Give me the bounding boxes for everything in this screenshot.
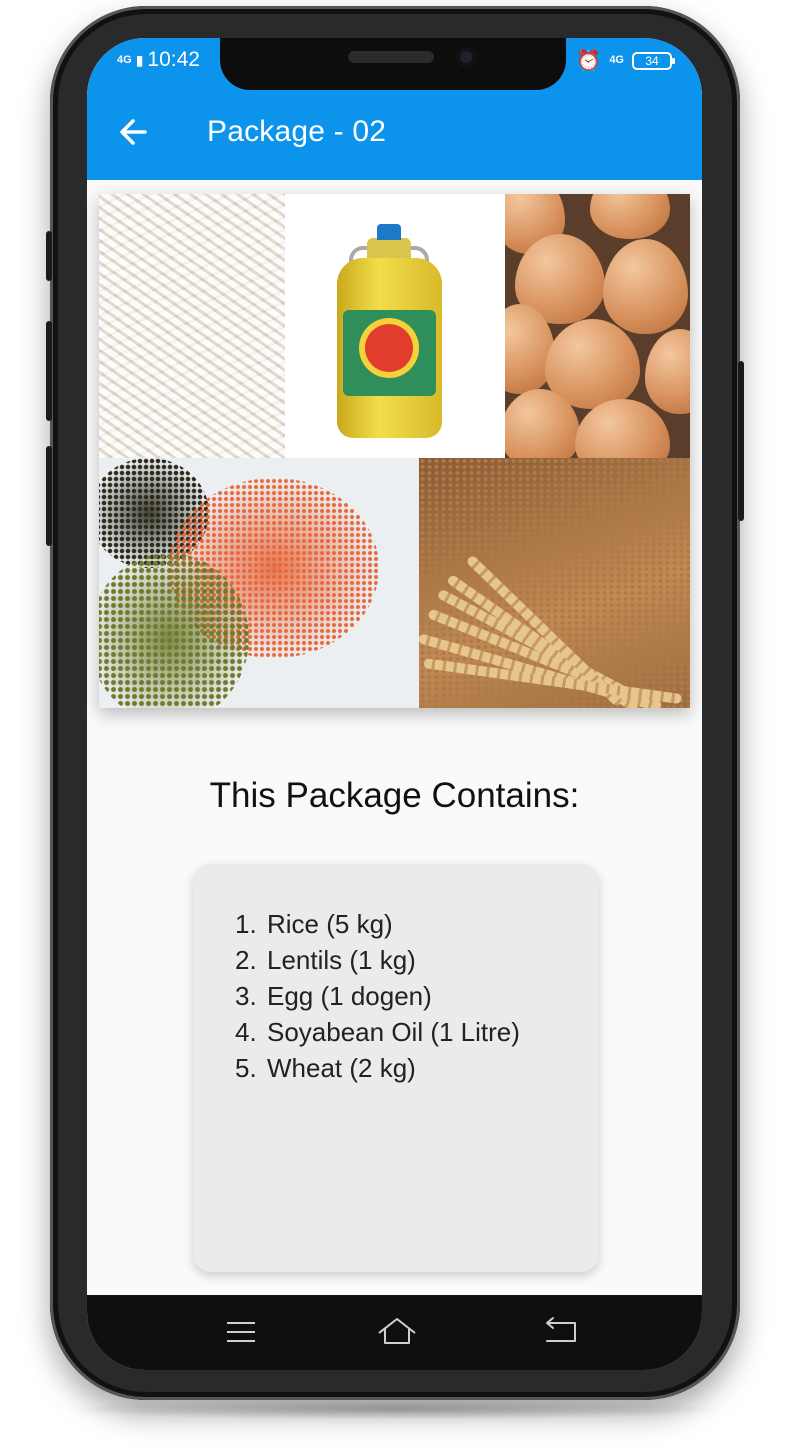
home-icon [378,1318,416,1344]
brand-logo [359,318,419,378]
status-left: 4G ▮ 10:42 [117,48,200,72]
signal-4g-icon: 4G [117,53,132,66]
power-button [738,361,744,521]
lentils-image [99,458,419,708]
rice-image [99,194,285,458]
volume-up-button [46,321,52,421]
alarm-icon: ⏰ [576,50,602,72]
phone-shadow [60,1398,730,1420]
back-button[interactable] [111,110,155,154]
contents-heading: This Package Contains: [209,776,580,815]
contents-card: 1. Rice (5 kg) 2. Lentils (1 kg) 3. Egg (1 … [193,864,599,1272]
eggs-image [505,194,690,458]
app-bar: 4G ▮ 10:42 ⏰ 4G 34 Package - 02 [87,38,702,180]
recent-apps-button[interactable] [213,1309,269,1355]
volume-down-button [46,446,52,546]
back-icon [546,1317,576,1342]
system-back-button[interactable] [533,1309,589,1355]
speaker-grille [348,51,434,63]
status-right: ⏰ 4G 34 [576,48,675,73]
list-item: 2. Lentils (1 kg) [235,945,416,975]
notch [220,38,566,90]
battery-icon: 34 [632,51,675,70]
status-time: 10:42 [147,48,200,71]
oil-bottle [337,224,442,439]
network-4g-icon: 4G [609,54,624,66]
page-title: Package - 02 [207,115,387,148]
home-button[interactable] [369,1309,425,1355]
system-nav-bar [87,1295,702,1370]
soyabean-oil-image [285,194,505,458]
contents-list: 1. Rice (5 kg) 2. Lentils (1 kg) 3. Egg (1 … [235,906,520,1086]
front-camera [456,47,476,67]
package-image-collage [99,194,690,708]
arrow-left-icon [120,119,147,145]
side-button [46,231,52,281]
list-item: 5. Wheat (2 kg) [235,1053,416,1083]
list-item: 4. Soyabean Oil (1 Litre) [235,1017,520,1047]
phone-screen: 4G ▮ 10:42 ⏰ 4G 34 Package - 02 This Pac… [87,38,702,1370]
list-item: 3. Egg (1 dogen) [235,981,432,1011]
wheat-image [419,458,690,708]
list-item: 1. Rice (5 kg) [235,909,393,939]
signal-bars-icon: ▮ [135,51,144,68]
